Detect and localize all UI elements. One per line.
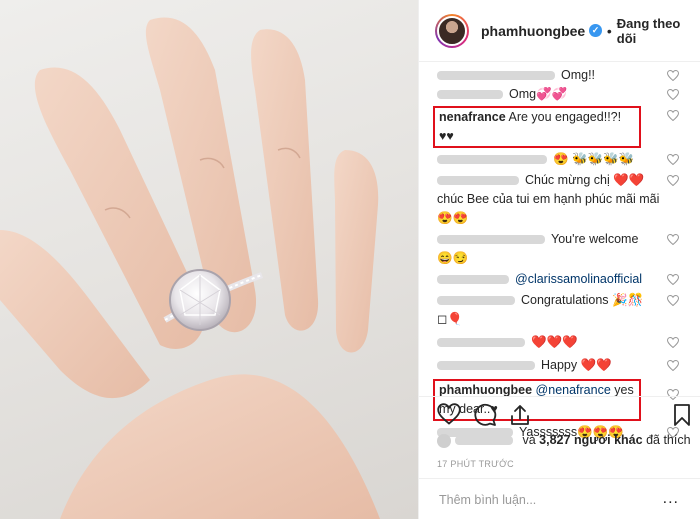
like-comment-heart-icon[interactable]	[667, 234, 679, 245]
separator-dot: •	[606, 22, 612, 39]
comment-mention[interactable]: @clarissamolinaofficial	[515, 272, 642, 286]
verified-badge-icon: ✓	[589, 24, 602, 37]
share-icon[interactable]	[509, 403, 531, 427]
comment-item: Congratulations 🎉🎊	[437, 291, 700, 310]
like-comment-heart-icon[interactable]	[667, 154, 679, 165]
like-comment-heart-icon[interactable]	[667, 110, 679, 121]
bookmark-icon[interactable]	[673, 403, 691, 427]
owner-avatar[interactable]	[435, 13, 469, 48]
comment-item: ◻🎈	[437, 310, 700, 329]
comment-username[interactable]: nenafrance	[439, 110, 506, 124]
like-comment-heart-icon[interactable]	[667, 337, 679, 348]
comments-list: Omg!! Omg💞💞 nenafrance Are you engaged!!…	[419, 62, 700, 439]
comment-item: Happy ❤️❤️	[437, 356, 700, 375]
blurred-liker-name	[455, 436, 513, 446]
post-photo[interactable]	[0, 0, 418, 519]
comment-mention[interactable]: @nenafrance	[536, 383, 611, 397]
comment-text: Omg!!	[561, 68, 596, 82]
likes-tail: đã thích	[646, 433, 691, 447]
comment-text: Happy ❤️❤️	[541, 358, 612, 372]
comment-item-highlighted: nenafrance Are you engaged!!?!♥♥	[433, 106, 700, 148]
comment-item: 😍 🐝🐝🐝🐝	[437, 150, 700, 169]
add-comment-bar[interactable]: Thêm bình luận... ...	[419, 478, 700, 519]
comment-text: 😍 🐝🐝🐝🐝	[553, 152, 635, 166]
like-comment-heart-icon[interactable]	[667, 175, 679, 186]
comment-text: You're welcome	[551, 232, 639, 246]
blurred-username	[437, 176, 519, 186]
hand-with-ring-image	[0, 17, 380, 519]
blurred-username	[437, 71, 555, 81]
comment-item: 😄😏	[437, 249, 700, 268]
blurred-username	[437, 338, 525, 348]
comment-item: Omg💞💞	[437, 85, 700, 104]
owner-username[interactable]: phamhuongbee	[481, 23, 585, 39]
highlight-box: nenafrance Are you engaged!!?!♥♥	[433, 106, 641, 148]
liker-avatar[interactable]	[437, 433, 451, 448]
post-actions-bar	[419, 396, 700, 430]
comment-text: Congratulations 🎉🎊	[521, 293, 644, 307]
add-comment-input[interactable]: Thêm bình luận...	[439, 493, 536, 507]
follow-status-button[interactable]: Đang theo dõi	[617, 16, 700, 46]
blurred-username	[437, 155, 547, 165]
blurred-username	[437, 235, 545, 245]
like-heart-icon[interactable]	[437, 403, 461, 425]
like-comment-heart-icon[interactable]	[667, 360, 679, 371]
comment-item: Chúc mừng chị ❤️❤️ chúc Bee của tui em h…	[437, 171, 700, 228]
instagram-post-view: phamhuongbee ✓ • Đang theo dõi Omg!! Omg…	[0, 0, 700, 519]
comment-text: Omg💞💞	[509, 87, 568, 101]
comment-item: Omg!!	[437, 66, 700, 85]
likes-prefix: và	[522, 433, 536, 447]
like-comment-heart-icon[interactable]	[667, 89, 679, 100]
like-comment-heart-icon[interactable]	[667, 295, 679, 306]
post-timestamp[interactable]: 17 PHÚT TRƯỚC	[437, 459, 514, 469]
blurred-username	[437, 361, 535, 371]
comment-username[interactable]: phamhuongbee	[439, 383, 532, 397]
like-comment-heart-icon[interactable]	[667, 70, 679, 81]
comment-item: @clarissamolinaofficial	[437, 270, 700, 289]
blurred-username	[437, 275, 509, 285]
comment-text: ❤️❤️❤️	[531, 335, 578, 349]
likes-count[interactable]: 3,827	[539, 433, 570, 447]
likes-others[interactable]: người khác	[574, 433, 643, 447]
comment-item: You're welcome	[437, 230, 700, 249]
post-header: phamhuongbee ✓ • Đang theo dõi	[419, 0, 700, 62]
blurred-username	[437, 90, 503, 100]
post-sidebar: phamhuongbee ✓ • Đang theo dõi Omg!! Omg…	[418, 0, 700, 519]
more-options-icon[interactable]: ...	[663, 490, 679, 508]
blurred-username	[437, 296, 515, 306]
like-comment-heart-icon[interactable]	[667, 274, 679, 285]
comment-bubble-icon[interactable]	[473, 403, 497, 427]
likes-summary: và 3,827 người khác đã thích	[437, 432, 691, 448]
comment-item: ❤️❤️❤️	[437, 333, 700, 352]
comment-text: 😄😏	[437, 251, 469, 265]
comment-text: ◻🎈	[437, 312, 463, 326]
